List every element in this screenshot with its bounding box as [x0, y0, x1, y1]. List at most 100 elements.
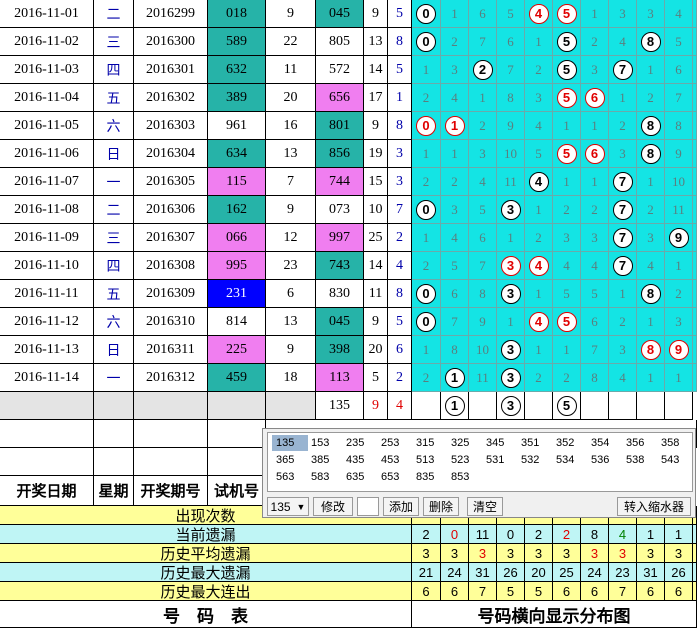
prize-number: 744: [316, 168, 364, 196]
number-list-item[interactable]: 365: [272, 452, 308, 468]
overflow-cell: [693, 336, 697, 364]
delete-button[interactable]: 删除: [423, 497, 459, 516]
hit-number-circle: 4: [528, 255, 549, 276]
distribution-cell: 4: [553, 252, 581, 280]
number-list-item[interactable]: 563: [272, 469, 308, 485]
distribution-cell: 4: [525, 112, 553, 140]
prize-number: 045: [316, 308, 364, 336]
clear-button[interactable]: 清空: [467, 497, 503, 516]
number-list-item[interactable]: 538: [622, 452, 658, 468]
number-list-item[interactable]: 835: [412, 469, 448, 485]
number-list-item[interactable]: 536: [587, 452, 623, 468]
weekday: 一: [94, 168, 134, 196]
distribution-cell: 2: [637, 84, 665, 112]
distribution-cell: 0: [412, 308, 441, 336]
number-list-item[interactable]: 253: [377, 435, 413, 451]
number-list-item[interactable]: 356: [622, 435, 658, 451]
number-list-item[interactable]: 135: [272, 435, 308, 451]
shrink-button[interactable]: 转入缩水器: [617, 497, 691, 516]
stat-value: 26: [497, 563, 525, 582]
stat-value: 4: [609, 525, 637, 544]
issue-number: 2016302: [134, 84, 208, 112]
overflow-cell: [693, 56, 697, 84]
distribution-cell: 6: [581, 308, 609, 336]
number-list-item[interactable]: 358: [657, 435, 693, 451]
number-list-item[interactable]: 635: [342, 469, 378, 485]
number-list-item[interactable]: 235: [342, 435, 378, 451]
number-list-item[interactable]: 351: [517, 435, 553, 451]
distribution-cell: 3: [609, 336, 637, 364]
weekday: 一: [94, 364, 134, 392]
weekday: 六: [94, 308, 134, 336]
distribution-cell: 7: [665, 84, 693, 112]
stat-value: 6: [441, 582, 469, 601]
prize-span: 5: [388, 56, 412, 84]
hit-number-circle: 3: [500, 283, 521, 304]
add-button[interactable]: 添加: [383, 497, 419, 516]
number-list[interactable]: 135 153 235 253 315 325 345 351 352 354 356 358 365 3…: [267, 432, 693, 492]
prize-span: 6: [388, 336, 412, 364]
number-list-item[interactable]: 435: [342, 452, 378, 468]
number-list-item[interactable]: 523: [447, 452, 483, 468]
number-list-item[interactable]: 352: [552, 435, 588, 451]
hit-number-circle: 5: [556, 395, 577, 416]
hit-number-circle: 0: [416, 31, 436, 52]
blank-cell: [94, 448, 134, 476]
distribution-cell: 2: [412, 364, 441, 392]
forecast-dist-cell: [469, 392, 497, 420]
number-list-item[interactable]: 325: [447, 435, 483, 451]
number-list-item[interactable]: 453: [377, 452, 413, 468]
number-list-item[interactable]: 345: [482, 435, 518, 451]
hit-number-circle: 5: [556, 3, 577, 24]
number-list-item[interactable]: 315: [412, 435, 448, 451]
blank-cell: [208, 392, 266, 420]
hit-number-circle: 6: [584, 143, 605, 164]
stat-value: 3: [469, 544, 497, 563]
distribution-cell: 5: [497, 0, 525, 28]
number-input[interactable]: [357, 497, 379, 516]
sum-value: 9: [266, 0, 316, 28]
stat-value: 7: [469, 582, 497, 601]
stat-label: 当前遗漏: [0, 525, 412, 544]
prize-sum: 25: [364, 224, 388, 252]
issue-number: 2016311: [134, 336, 208, 364]
hit-number-circle: 5: [556, 31, 577, 52]
hit-number-circle: 0: [416, 3, 436, 24]
stat-value: 31: [637, 563, 665, 582]
number-list-item[interactable]: 385: [307, 452, 343, 468]
stat-value: 6: [665, 582, 693, 601]
distribution-cell: 7: [469, 252, 497, 280]
number-list-item[interactable]: 513: [412, 452, 448, 468]
modify-button[interactable]: 修改: [313, 497, 353, 516]
issue-number: 2016304: [134, 140, 208, 168]
distribution-cell: 6: [581, 140, 609, 168]
distribution-cell: 1: [581, 0, 609, 28]
distribution-cell: 4: [609, 28, 637, 56]
number-list-item[interactable]: 532: [517, 452, 553, 468]
number-list-item[interactable]: 531: [482, 452, 518, 468]
number-list-item[interactable]: 534: [552, 452, 588, 468]
stat-value: 2: [525, 525, 553, 544]
footer-right: 号码横向显示分布图: [412, 601, 697, 628]
number-list-item[interactable]: 653: [377, 469, 413, 485]
hit-number-circle: 8: [640, 115, 661, 136]
prize-number: 856: [316, 140, 364, 168]
stat-value: 31: [469, 563, 497, 582]
prize-span: 2: [388, 224, 412, 252]
distribution-cell: 8: [637, 140, 665, 168]
overflow-cell: [693, 28, 697, 56]
distribution-cell: 7: [609, 224, 637, 252]
number-list-item[interactable]: 853: [447, 469, 483, 485]
distribution-cell: 7: [497, 56, 525, 84]
number-list-item[interactable]: 543: [657, 452, 693, 468]
issue-number: 2016307: [134, 224, 208, 252]
forecast-dist-cell: [525, 392, 553, 420]
hit-number-circle: 5: [556, 311, 577, 332]
weekday: 四: [94, 252, 134, 280]
number-list-item[interactable]: 354: [587, 435, 623, 451]
number-combo[interactable]: 135 ▼: [267, 497, 309, 516]
test-number: 066: [208, 224, 266, 252]
number-list-item[interactable]: 153: [307, 435, 343, 451]
number-list-item[interactable]: 583: [307, 469, 343, 485]
hit-number-circle: 8: [640, 31, 661, 52]
